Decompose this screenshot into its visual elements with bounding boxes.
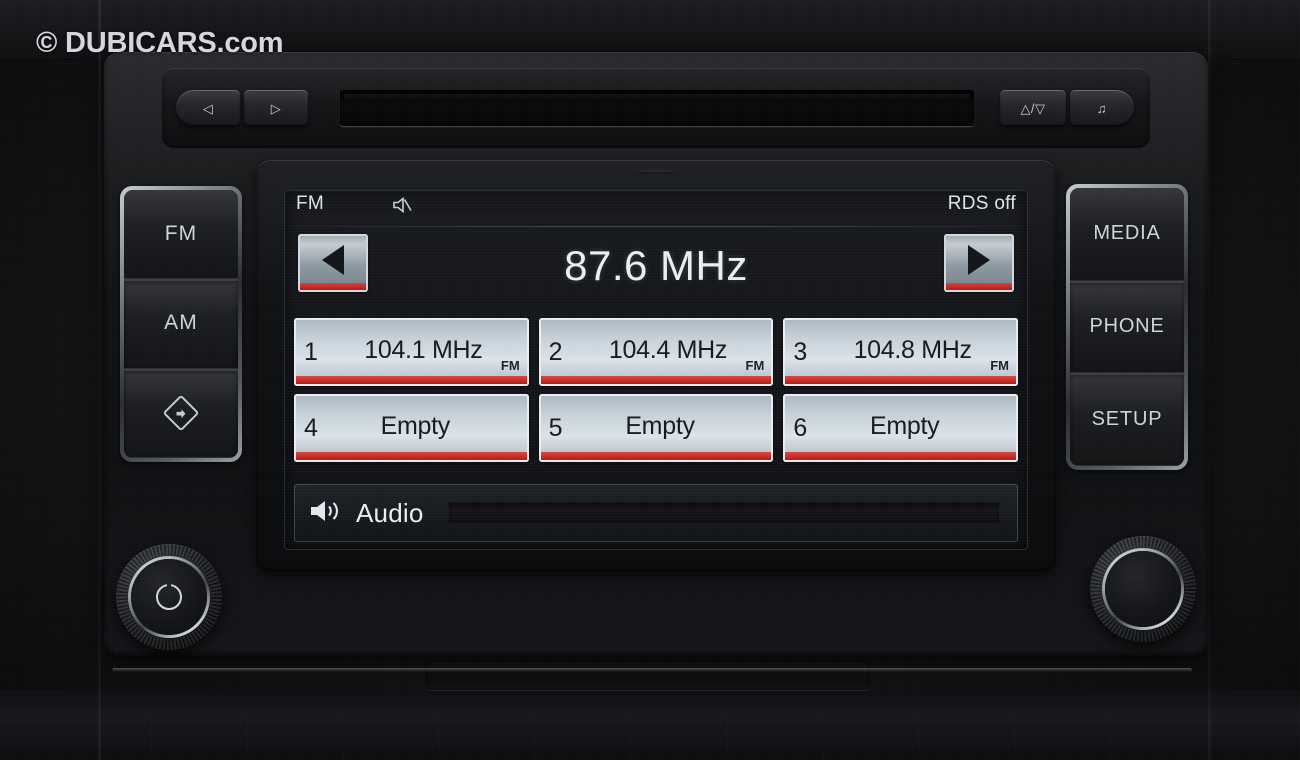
preset-button-5[interactable]: 5 Empty: [538, 394, 774, 462]
audio-level-track[interactable]: [447, 502, 1000, 524]
media-button[interactable]: MEDIA: [1070, 188, 1184, 281]
preset-band: FM: [990, 358, 1009, 373]
preset-number: 3: [793, 337, 808, 366]
lower-vent-slot: [426, 660, 870, 690]
am-button[interactable]: AM: [124, 279, 238, 369]
band-indicator: FM: [296, 193, 325, 214]
watermark: © DUBICARS.com: [36, 27, 284, 59]
bezel-notch: [638, 170, 674, 174]
am-button-label: AM: [164, 311, 198, 335]
preset-number: 6: [793, 413, 808, 442]
phone-button-label: PHONE: [1089, 315, 1165, 337]
tuner-row: 87.6 MHz: [284, 226, 1028, 308]
left-button-cluster: FM AM: [120, 186, 242, 462]
mute-icon: [392, 196, 414, 219]
prev-track-icon: ◁: [202, 100, 214, 116]
power-icon: [156, 584, 182, 610]
eject-icon: △/▽: [1020, 100, 1046, 116]
preset-band: FM: [745, 358, 765, 373]
preset-button-6[interactable]: 6 Empty: [783, 394, 1018, 462]
preset-number: 2: [548, 337, 563, 366]
right-button-cluster: MEDIA PHONE SETUP: [1066, 184, 1188, 470]
prev-track-button[interactable]: ◁: [176, 90, 240, 126]
preset-label: 104.1 MHz: [364, 335, 483, 364]
seek-up-button[interactable]: [944, 234, 1014, 292]
dashboard-right-seam: [1208, 0, 1211, 760]
preset-band: FM: [500, 358, 520, 373]
traffic-diamond-icon: [162, 394, 200, 432]
media-button-label: MEDIA: [1093, 222, 1161, 245]
audio-label: Audio: [356, 497, 424, 528]
power-knob-ring: [128, 556, 210, 638]
tune-knob-face: [1105, 551, 1181, 627]
preset-label: 104.8 MHz: [853, 335, 972, 364]
speaker-icon: [308, 497, 344, 530]
tune-knob-ring: [1102, 548, 1184, 630]
power-volume-knob[interactable]: [116, 544, 222, 650]
eject-button[interactable]: △/▽: [1000, 90, 1066, 126]
rds-status: RDS off: [947, 193, 1016, 214]
preset-number: 4: [304, 413, 318, 442]
preset-label: Empty: [625, 411, 695, 440]
preset-button-2[interactable]: 2 104.4 MHz FM: [538, 318, 774, 386]
preset-button-4[interactable]: 4 Empty: [294, 394, 529, 462]
preset-label: Empty: [380, 411, 451, 440]
top-fascia: ◁ ▷ △/▽ ♫: [162, 68, 1150, 148]
seek-up-icon: [968, 245, 990, 275]
fm-button[interactable]: FM: [124, 190, 238, 280]
phone-button[interactable]: PHONE: [1070, 280, 1184, 374]
cd-slot[interactable]: [340, 90, 974, 126]
display-bezel: FM RDS off 87.6 MHz 1 104.1 MHz FM 2 104…: [256, 160, 1056, 572]
right-cluster-inner: MEDIA PHONE SETUP: [1070, 188, 1184, 466]
tune-select-knob[interactable]: [1090, 536, 1196, 642]
radio-head-unit: ◁ ▷ △/▽ ♫ FM AM FM RDS off 87.6 MHz 1 10…: [104, 52, 1208, 690]
display-screen[interactable]: FM RDS off 87.6 MHz 1 104.1 MHz FM 2 104…: [284, 190, 1028, 550]
music-note-icon: ♫: [1096, 100, 1108, 116]
fm-button-label: FM: [164, 222, 198, 246]
dashboard-vent-ribs: [150, 712, 1150, 760]
preset-button-3[interactable]: 3 104.8 MHz FM: [783, 318, 1018, 386]
preset-label: Empty: [869, 411, 940, 440]
lower-chrome-trim: [112, 668, 1192, 673]
setup-button[interactable]: SETUP: [1070, 373, 1184, 466]
media-note-button[interactable]: ♫: [1070, 90, 1134, 126]
preset-number: 1: [304, 337, 318, 366]
preset-label: 104.4 MHz: [608, 335, 728, 364]
dashboard-left-seam: [98, 0, 101, 760]
traffic-program-button[interactable]: [124, 368, 238, 458]
power-knob-face: [131, 559, 207, 635]
frequency-display: 87.6 MHz: [564, 242, 748, 289]
preset-number: 5: [548, 413, 563, 442]
screenshot-root: © DUBICARS.com ◁ ▷ △/▽ ♫ FM AM FM RDS of…: [0, 0, 1300, 760]
setup-button-label: SETUP: [1091, 407, 1163, 430]
audio-settings-bar[interactable]: Audio: [294, 484, 1018, 542]
left-cluster-inner: FM AM: [124, 190, 238, 458]
preset-grid: 1 104.1 MHz FM 2 104.4 MHz FM 3 104.8 MH…: [294, 318, 1018, 462]
next-track-icon: ▷: [270, 100, 282, 116]
preset-button-1[interactable]: 1 104.1 MHz FM: [294, 318, 529, 386]
next-track-button[interactable]: ▷: [244, 90, 308, 126]
